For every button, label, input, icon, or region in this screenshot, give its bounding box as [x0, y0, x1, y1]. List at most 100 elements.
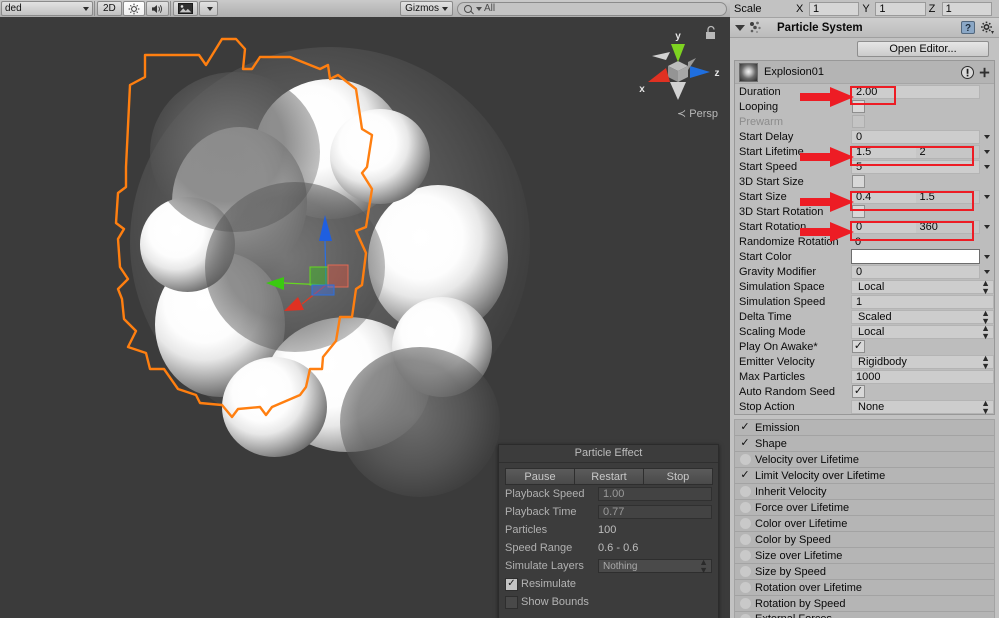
projection-mode-label[interactable]: ≺ Persp	[677, 107, 718, 120]
module-row-emission[interactable]: ✓ Emission	[734, 419, 995, 435]
scale-y-input[interactable]: 1	[875, 1, 926, 16]
color-by-speed-checkbox[interactable]	[739, 534, 751, 546]
toggle-2d-label: 2D	[103, 3, 116, 14]
rotation-over-lifetime-checkbox[interactable]	[739, 582, 751, 594]
3d-start-size-checkbox[interactable]	[852, 175, 865, 188]
simulation-space-dropdown[interactable]: Local ▲ ▼	[851, 278, 994, 295]
foldout-open-icon[interactable]	[735, 24, 745, 31]
gravity-modifier-mode-dropdown[interactable]	[980, 269, 994, 274]
updown-chevron-icon: ▲ ▼	[699, 557, 708, 575]
simulate-layers-dropdown[interactable]: Nothing ▲ ▼	[598, 557, 712, 575]
max-particles-input[interactable]: 1000	[851, 369, 994, 384]
start-rotation-max[interactable]: 360	[915, 220, 979, 233]
randomize-rotation-value[interactable]: 0	[851, 236, 994, 248]
stop-action-dropdown[interactable]: None ▲ ▼	[851, 398, 994, 415]
gravity-modifier-input[interactable]: 0	[851, 264, 980, 279]
velocity-over-lifetime-checkbox[interactable]	[739, 454, 751, 466]
start-lifetime-mode-dropdown[interactable]	[980, 149, 994, 154]
start-rotation-input[interactable]: 0 360	[851, 219, 980, 234]
start-speed-mode-dropdown[interactable]	[980, 164, 994, 169]
start-rotation-mode-dropdown[interactable]	[980, 224, 994, 229]
pause-button[interactable]: Pause	[505, 468, 575, 485]
simulation-speed-input[interactable]: 1	[851, 294, 994, 309]
shape-checkbox[interactable]: ✓	[739, 438, 751, 450]
module-row-velocity-over-lifetime[interactable]: Velocity over Lifetime	[734, 451, 995, 467]
module-row-size-by-speed[interactable]: Size by Speed	[734, 563, 995, 579]
emission-checkbox[interactable]: ✓	[739, 422, 751, 434]
toggle-audio-button[interactable]	[145, 1, 169, 16]
module-row-external-forces[interactable]: External Forces	[734, 611, 995, 618]
plus-icon[interactable]	[979, 67, 990, 78]
scaling-mode-dropdown[interactable]: Local ▲ ▼	[851, 323, 994, 340]
3d-start-rotation-checkbox[interactable]	[852, 205, 865, 218]
size-by-speed-checkbox[interactable]	[739, 566, 751, 578]
start-rotation-min[interactable]: 0	[852, 220, 916, 233]
toggle-off-icon	[739, 566, 751, 577]
updown-chevron-icon: ▲ ▼	[981, 352, 990, 371]
start-color-swatch[interactable]	[851, 249, 980, 264]
start-lifetime-min[interactable]: 1.5	[852, 145, 916, 158]
particle-system-component-header[interactable]: Particle System ?	[730, 18, 999, 38]
resimulate-checkbox[interactable]: ✓	[505, 577, 518, 591]
emitter-velocity-dropdown[interactable]: Rigidbody ▲ ▼	[851, 352, 994, 371]
inherit-velocity-checkbox[interactable]	[739, 486, 751, 498]
help-icon[interactable]: ?	[961, 21, 975, 34]
warning-icon[interactable]	[961, 65, 974, 79]
toggle-2d-button[interactable]: 2D	[97, 1, 122, 16]
start-size-input[interactable]: 0.4 1.5	[851, 189, 980, 204]
scene-search-input[interactable]: All	[457, 1, 727, 16]
start-speed-input[interactable]: 5	[851, 159, 980, 174]
duration-input[interactable]: 2.00	[851, 84, 980, 99]
scene-canvas[interactable]: y z x ≺ Persp Particle Effect Pause Rest…	[0, 17, 730, 618]
auto-random-seed-checkbox[interactable]: ✓	[852, 385, 865, 398]
module-row-inherit-velocity[interactable]: Inherit Velocity	[734, 483, 995, 499]
toggle-lighting-button[interactable]	[122, 1, 145, 16]
start-delay-mode-dropdown[interactable]	[980, 134, 994, 139]
start-size-min[interactable]: 0.4	[852, 190, 916, 203]
play-on-awake-checkbox[interactable]: ✓	[852, 340, 865, 353]
playback-speed-field[interactable]: 1.00	[598, 487, 712, 501]
particle-effect-panel[interactable]: Particle Effect Pause Restart Stop Playb…	[498, 444, 719, 618]
transform-gizmo[interactable]	[240, 197, 420, 357]
start-delay-input[interactable]: 0	[851, 129, 980, 144]
module-row-color-over-lifetime[interactable]: Color over Lifetime	[734, 515, 995, 531]
scale-x-input[interactable]: 1	[809, 1, 860, 16]
prop-row-start-color: Start Color	[735, 249, 994, 264]
transform-scale-row: Scale X 1 Y 1 Z 1	[730, 0, 999, 18]
start-color-mode-dropdown[interactable]	[980, 254, 994, 259]
module-row-force-over-lifetime[interactable]: Force over Lifetime	[734, 499, 995, 515]
external-forces-checkbox[interactable]	[739, 613, 751, 618]
start-size-max[interactable]: 1.5	[915, 190, 979, 203]
delta-time-dropdown[interactable]: Scaled ▲ ▼	[851, 308, 994, 325]
stop-button[interactable]: Stop	[643, 468, 713, 485]
scale-z-input[interactable]: 1	[941, 1, 992, 16]
module-row-rotation-by-speed[interactable]: Rotation by Speed	[734, 595, 995, 611]
module-row-rotation-over-lifetime[interactable]: Rotation over Lifetime	[734, 579, 995, 595]
looping-checkbox[interactable]	[852, 100, 865, 113]
scene-fx-dropdown[interactable]	[198, 1, 218, 16]
gear-icon[interactable]	[980, 21, 994, 34]
gizmos-dropdown[interactable]: Gizmos	[400, 1, 453, 16]
start-lifetime-max[interactable]: 2	[915, 145, 979, 158]
restart-button[interactable]: Restart	[574, 468, 644, 485]
scene-fx-button[interactable]	[172, 1, 198, 16]
open-editor-button[interactable]: Open Editor...	[857, 41, 989, 57]
module-row-color-by-speed[interactable]: Color by Speed	[734, 531, 995, 547]
limit-velocity-over-lifetime-checkbox[interactable]: ✓	[739, 470, 751, 482]
start-lifetime-input[interactable]: 1.5 2	[851, 144, 980, 159]
resimulate-row[interactable]: ✓ Resimulate	[505, 575, 712, 593]
color-over-lifetime-checkbox[interactable]	[739, 518, 751, 530]
playback-time-field[interactable]: 0.77	[598, 505, 712, 519]
rotation-by-speed-checkbox[interactable]	[739, 598, 751, 610]
size-over-lifetime-checkbox[interactable]	[739, 550, 751, 562]
3d-start-size-label: 3D Start Size	[739, 175, 804, 188]
show-bounds-checkbox[interactable]	[505, 595, 518, 609]
emitter-header[interactable]: Explosion01	[735, 61, 994, 84]
show-bounds-row[interactable]: Show Bounds	[505, 593, 712, 611]
module-row-size-over-lifetime[interactable]: Size over Lifetime	[734, 547, 995, 563]
start-size-mode-dropdown[interactable]	[980, 194, 994, 199]
draw-mode-dropdown[interactable]: ded	[1, 1, 93, 16]
force-over-lifetime-checkbox[interactable]	[739, 502, 751, 514]
module-row-limit-velocity-over-lifetime[interactable]: ✓ Limit Velocity over Lifetime	[734, 467, 995, 483]
module-row-shape[interactable]: ✓ Shape	[734, 435, 995, 451]
